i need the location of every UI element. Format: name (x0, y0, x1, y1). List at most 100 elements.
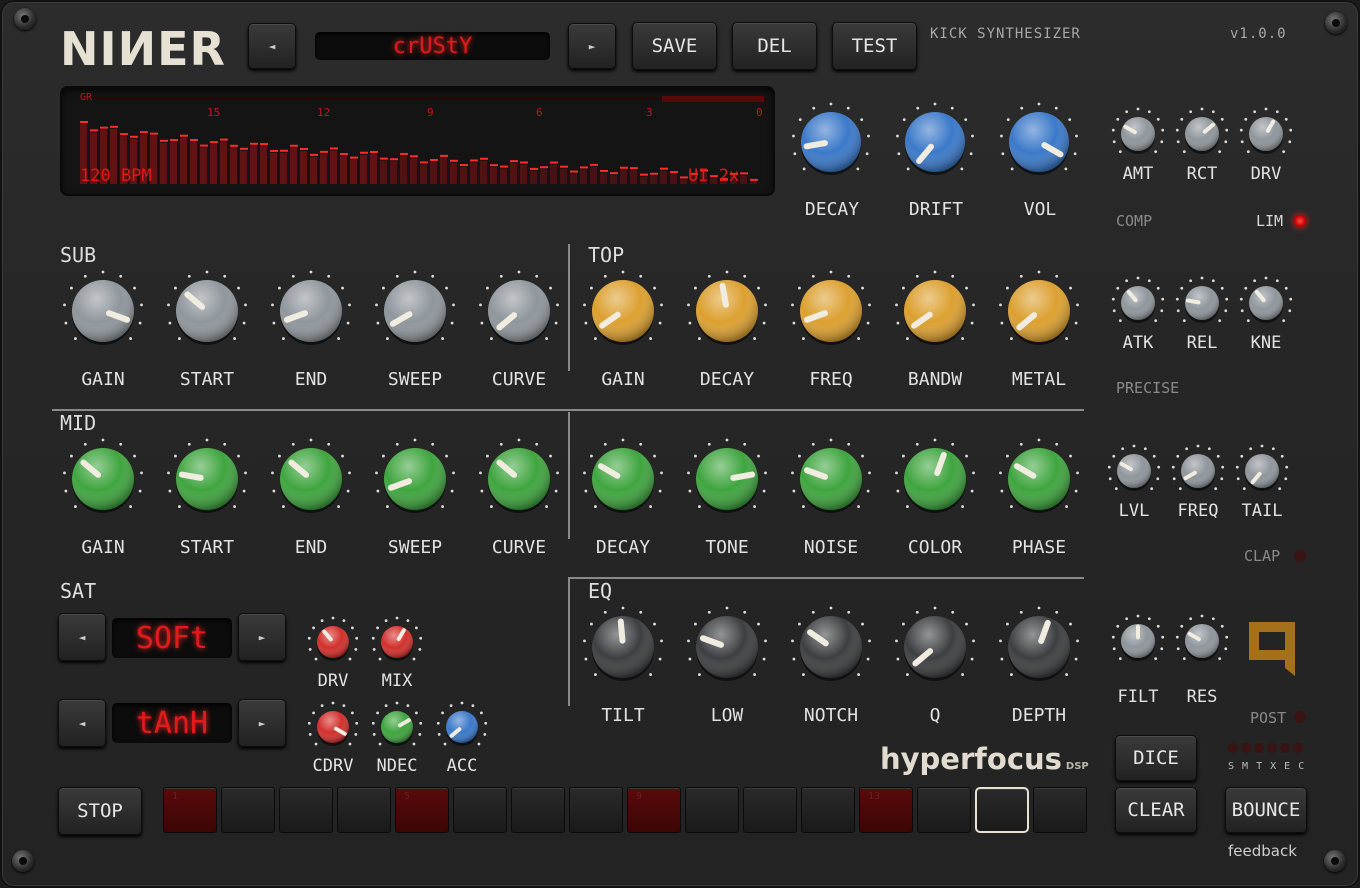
comp-label: COMP (1116, 212, 1153, 230)
preset-next-button[interactable]: ► (568, 23, 616, 69)
eq-tilt-knob[interactable] (583, 606, 663, 681)
top-bandw-knob[interactable] (895, 270, 975, 345)
mode-led-icon[interactable] (1254, 743, 1264, 753)
delete-button[interactable]: DEL (732, 22, 817, 70)
sub-sweep-knob[interactable] (375, 270, 455, 345)
post-label[interactable]: POST (1250, 709, 1286, 727)
comp-drv-knob[interactable] (1239, 107, 1293, 154)
test-button[interactable]: TEST (832, 22, 917, 70)
mid-curve-knob[interactable] (479, 438, 559, 513)
sat-mode2-display[interactable]: tAnH (112, 703, 232, 743)
sat-mode1-display[interactable]: SOFt (112, 618, 232, 658)
top-decay-knob[interactable] (687, 270, 767, 345)
feedback-link[interactable]: feedback (1228, 842, 1297, 860)
sequencer-step[interactable] (975, 787, 1029, 833)
sub-curve-knob[interactable] (479, 270, 559, 345)
noise-color-knob[interactable] (895, 438, 975, 513)
sub-start-knob[interactable] (167, 270, 247, 345)
sat-mix-knob[interactable] (371, 616, 423, 661)
precise-label[interactable]: PRECISE (1116, 379, 1179, 397)
filter-res-label: RES (1186, 687, 1218, 707)
sequencer-step[interactable] (685, 787, 739, 833)
sub-end-knob[interactable] (271, 270, 351, 345)
clap-lvl-knob[interactable] (1107, 444, 1161, 491)
sat-mode1-prev-button[interactable]: ◄ (58, 613, 106, 661)
eq-notch-knob[interactable] (791, 606, 871, 681)
noise-decay-knob[interactable] (583, 438, 663, 513)
sequencer-step[interactable] (743, 787, 797, 833)
ui-scale-readout[interactable]: UI 2x (688, 166, 739, 186)
noise-phase-knob[interactable] (999, 438, 1079, 513)
mid-sweep-knob[interactable] (375, 438, 455, 513)
mode-led-icon[interactable] (1280, 743, 1290, 753)
master-decay-knob[interactable] (792, 102, 870, 175)
eq-q-knob[interactable] (895, 606, 975, 681)
sequencer-step[interactable]: 5 (395, 787, 449, 833)
sequencer-step[interactable] (511, 787, 565, 833)
sequencer-step[interactable] (453, 787, 507, 833)
sat-cdrv-knob[interactable] (307, 701, 359, 746)
save-button[interactable]: SAVE (632, 22, 717, 70)
sequencer-step[interactable]: 9 (627, 787, 681, 833)
eq-depth-knob[interactable] (999, 606, 1079, 681)
sequencer-step[interactable] (221, 787, 275, 833)
mode-led-icon[interactable] (1228, 743, 1238, 753)
stop-button[interactable]: STOP (58, 787, 142, 835)
screw-icon (12, 850, 34, 872)
divider (52, 409, 1084, 411)
clap-led-icon[interactable] (1294, 550, 1306, 562)
lim-led-icon[interactable] (1294, 215, 1306, 227)
top-metal-knob[interactable] (999, 270, 1079, 345)
sequencer-step[interactable] (917, 787, 971, 833)
master-drift-knob[interactable] (896, 102, 974, 175)
noise-noise-knob[interactable] (791, 438, 871, 513)
sat-acc-knob[interactable] (436, 701, 488, 746)
clap-label[interactable]: CLAP (1244, 547, 1280, 565)
mode-led-icon[interactable] (1241, 743, 1251, 753)
comp-rct-knob[interactable] (1175, 107, 1229, 154)
sub-knob-label: END (294, 369, 328, 390)
preset-prev-button[interactable]: ◄ (248, 23, 296, 69)
sequencer-step[interactable] (279, 787, 333, 833)
top-freq-knob[interactable] (791, 270, 871, 345)
comp-atk-knob[interactable] (1111, 276, 1165, 323)
noise-tone-knob[interactable] (687, 438, 767, 513)
eq-low-knob[interactable] (687, 606, 767, 681)
bounce-button[interactable]: BOUNCE (1225, 787, 1307, 833)
sequencer-step[interactable]: 13 (859, 787, 913, 833)
eq-knob-label: Q (929, 705, 941, 726)
sequencer-step[interactable] (337, 787, 391, 833)
sat-mode2-next-button[interactable]: ► (238, 699, 286, 747)
sequencer-step[interactable] (1033, 787, 1087, 833)
lim-label[interactable]: LIM (1256, 212, 1283, 230)
sat-mode1-next-button[interactable]: ► (238, 613, 286, 661)
comp-amt-knob[interactable] (1111, 107, 1165, 154)
sub-gain-knob[interactable] (63, 270, 143, 345)
sat-mode2-prev-button[interactable]: ◄ (58, 699, 106, 747)
clear-button[interactable]: CLEAR (1115, 787, 1197, 833)
top-gain-knob[interactable] (583, 270, 663, 345)
preset-name-display[interactable]: crUStY (315, 32, 550, 60)
mid-gain-knob[interactable] (63, 438, 143, 513)
clap-tail-knob[interactable] (1235, 444, 1289, 491)
clap-freq-knob[interactable] (1171, 444, 1225, 491)
comp-kne-knob[interactable] (1239, 276, 1293, 323)
mid-start-knob[interactable] (167, 438, 247, 513)
sat-ndec-knob[interactable] (371, 701, 423, 746)
sat-drv-knob[interactable] (307, 616, 359, 661)
sequencer-step[interactable]: 1 (163, 787, 217, 833)
sequencer-step[interactable] (569, 787, 623, 833)
top-knob-label: METAL (1011, 369, 1067, 390)
comp-rel-knob[interactable] (1175, 276, 1229, 323)
filter-res-knob[interactable] (1175, 614, 1229, 661)
filter-filt-knob[interactable] (1111, 614, 1165, 661)
mode-led-icon[interactable] (1267, 743, 1277, 753)
mode-led-icon[interactable] (1293, 743, 1303, 753)
post-led-icon[interactable] (1294, 711, 1306, 723)
sequencer-step[interactable] (801, 787, 855, 833)
master-vol-knob[interactable] (1000, 102, 1078, 175)
sub-knob-label: SWEEP (387, 369, 443, 390)
dice-button[interactable]: DICE (1115, 735, 1197, 781)
eq-knob-label: DEPTH (1011, 705, 1067, 726)
mid-end-knob[interactable] (271, 438, 351, 513)
